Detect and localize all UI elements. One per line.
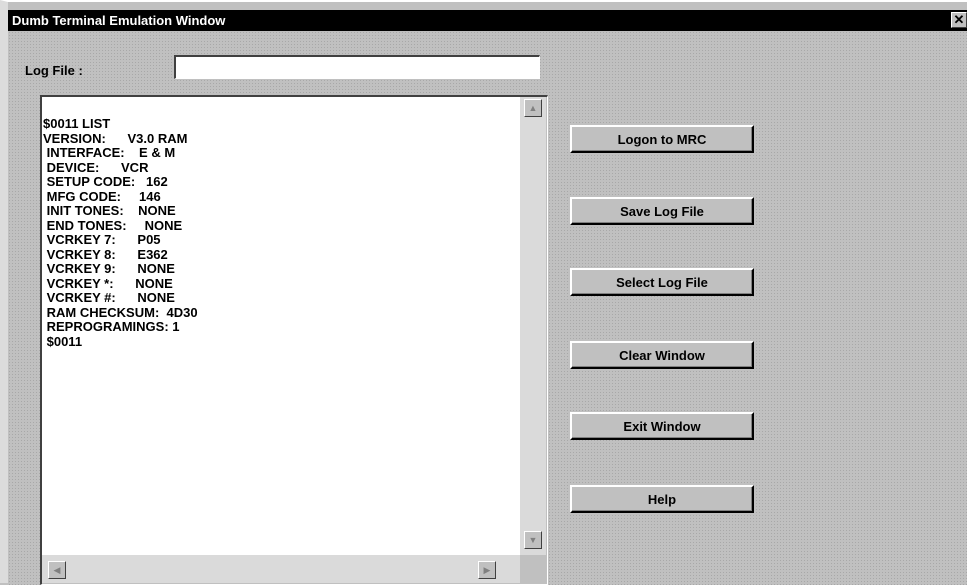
close-icon[interactable]: ✕ bbox=[951, 12, 967, 28]
scroll-up-icon[interactable]: ▲ bbox=[524, 99, 542, 117]
client-area: Log File : $0011 LIST VERSION: V3.0 RAM … bbox=[8, 31, 967, 585]
select-log-file-button[interactable]: Select Log File bbox=[570, 268, 754, 296]
horizontal-scrollbar[interactable]: ◀ ▶ bbox=[42, 555, 520, 583]
exit-window-button[interactable]: Exit Window bbox=[570, 412, 754, 440]
window-title: Dumb Terminal Emulation Window bbox=[12, 13, 226, 28]
log-file-input[interactable] bbox=[174, 55, 540, 79]
scroll-left-icon[interactable]: ◀ bbox=[48, 561, 66, 579]
vertical-scrollbar[interactable]: ▲ ▼ bbox=[520, 97, 546, 555]
logon-to-mrc-button[interactable]: Logon to MRC bbox=[570, 125, 754, 153]
terminal-output-box[interactable]: $0011 LIST VERSION: V3.0 RAM INTERFACE: … bbox=[40, 95, 548, 585]
save-log-file-button[interactable]: Save Log File bbox=[570, 197, 754, 225]
scroll-down-icon[interactable]: ▼ bbox=[524, 531, 542, 549]
title-bar[interactable]: Dumb Terminal Emulation Window ✕ bbox=[8, 10, 967, 31]
clear-window-button[interactable]: Clear Window bbox=[570, 341, 754, 369]
terminal-emulation-window: Dumb Terminal Emulation Window ✕ Log Fil… bbox=[0, 0, 967, 585]
terminal-output-text[interactable]: $0011 LIST VERSION: V3.0 RAM INTERFACE: … bbox=[42, 97, 520, 555]
log-file-label: Log File : bbox=[25, 63, 83, 78]
scroll-right-icon[interactable]: ▶ bbox=[478, 561, 496, 579]
scrollbar-corner bbox=[520, 555, 546, 583]
help-button[interactable]: Help bbox=[570, 485, 754, 513]
